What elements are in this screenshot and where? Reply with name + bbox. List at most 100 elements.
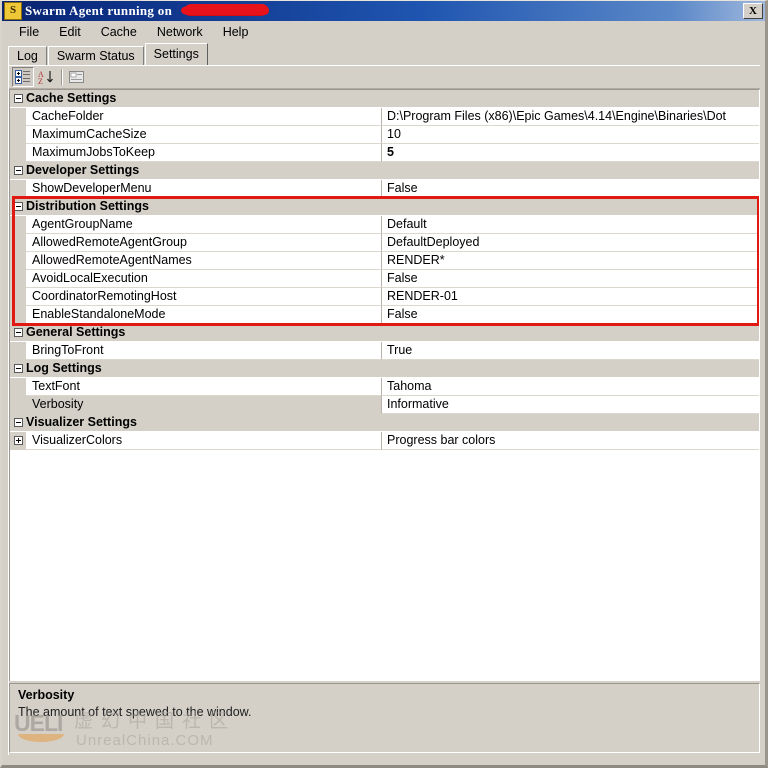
menu-item-edit[interactable]: Edit <box>49 23 91 41</box>
row-gutter <box>10 252 26 270</box>
table-row[interactable]: MaximumJobsToKeep 5 <box>10 144 759 162</box>
table-row[interactable]: AgentGroupName Default <box>10 216 759 234</box>
sort-az-icon: A Z <box>38 70 53 85</box>
category-row-developer-settings[interactable]: Developer Settings <box>10 162 759 180</box>
collapse-icon[interactable] <box>13 328 23 337</box>
property-name[interactable]: MaximumJobsToKeep <box>26 144 382 162</box>
alphabetical-sort-button[interactable]: A Z <box>35 67 57 87</box>
watermark-site-url: UnrealChina.COM <box>76 732 214 749</box>
table-row[interactable]: BringToFront True <box>10 342 759 360</box>
table-row[interactable]: AllowedRemoteAgentNames RENDER* <box>10 252 759 270</box>
swarm-agent-window: S Swarm Agent running on X File Edit Cac… <box>0 0 768 768</box>
property-name[interactable]: MaximumCacheSize <box>26 126 382 144</box>
row-gutter <box>10 288 26 306</box>
description-text: The amount of text spewed to the window. <box>18 705 252 719</box>
property-grid[interactable]: Cache Settings CacheFolder D:\Program Fi… <box>9 89 760 681</box>
title-bar: S Swarm Agent running on X <box>2 1 765 21</box>
table-row[interactable]: TextFont Tahoma <box>10 378 759 396</box>
table-row-selected[interactable]: Verbosity Informative <box>10 396 759 414</box>
table-row[interactable]: CacheFolder D:\Program Files (x86)\Epic … <box>10 108 759 126</box>
property-name[interactable]: CacheFolder <box>26 108 382 126</box>
category-fill <box>125 324 759 341</box>
settings-panel: A Z Cache Settings CacheFolder D:\Progra… <box>8 65 760 755</box>
property-name[interactable]: AllowedRemoteAgentGroup <box>26 234 382 252</box>
description-panel: Verbosity The amount of text spewed to t… <box>9 683 760 753</box>
table-row[interactable]: AvoidLocalExecution False <box>10 270 759 288</box>
property-pages-icon <box>69 70 84 83</box>
property-name[interactable]: EnableStandaloneMode <box>26 306 382 324</box>
category-fill <box>116 90 759 107</box>
row-gutter <box>10 432 26 450</box>
property-value[interactable]: Tahoma <box>382 378 759 396</box>
property-pages-button[interactable] <box>66 67 88 87</box>
table-row[interactable]: AllowedRemoteAgentGroup DefaultDeployed <box>10 234 759 252</box>
property-name[interactable]: ShowDeveloperMenu <box>26 180 382 198</box>
collapse-icon[interactable] <box>13 94 23 103</box>
row-gutter <box>10 270 26 288</box>
property-value[interactable]: Progress bar colors <box>382 432 759 450</box>
category-fill <box>101 360 759 377</box>
category-row-visualizer-settings[interactable]: Visualizer Settings <box>10 414 759 432</box>
property-name[interactable]: CoordinatorRemotingHost <box>26 288 382 306</box>
watermark-swoosh-icon <box>18 734 64 742</box>
property-name[interactable]: TextFont <box>26 378 382 396</box>
property-grid-toolbar: A Z <box>9 66 760 89</box>
row-gutter <box>10 378 26 396</box>
swarm-agent-icon: S <box>4 2 22 20</box>
categorized-view-icon <box>15 70 30 84</box>
tab-log[interactable]: Log <box>8 46 47 65</box>
property-name[interactable]: Verbosity <box>26 396 382 414</box>
property-value[interactable]: 5 <box>382 144 759 162</box>
property-value[interactable]: 10 <box>382 126 759 144</box>
table-row[interactable]: EnableStandaloneMode False <box>10 306 759 324</box>
property-value[interactable]: DefaultDeployed <box>382 234 759 252</box>
table-row[interactable]: MaximumCacheSize 10 <box>10 126 759 144</box>
tab-swarm-status[interactable]: Swarm Status <box>47 46 144 65</box>
row-gutter <box>10 144 26 162</box>
category-row-distribution-settings[interactable]: Distribution Settings <box>10 198 759 216</box>
property-value[interactable]: RENDER-01 <box>382 288 759 306</box>
property-value[interactable]: D:\Program Files (x86)\Epic Games\4.14\E… <box>382 108 759 126</box>
property-value[interactable]: True <box>382 342 759 360</box>
category-fill <box>139 162 759 179</box>
menu-item-network[interactable]: Network <box>147 23 213 41</box>
expand-icon[interactable] <box>13 436 23 445</box>
property-value[interactable]: Informative <box>382 396 759 414</box>
property-name[interactable]: BringToFront <box>26 342 382 360</box>
menu-item-file[interactable]: File <box>9 23 49 41</box>
redacted-hostname <box>181 4 268 15</box>
tab-settings[interactable]: Settings <box>144 43 208 65</box>
table-row[interactable]: CoordinatorRemotingHost RENDER-01 <box>10 288 759 306</box>
property-name[interactable]: VisualizerColors <box>26 432 382 450</box>
collapse-icon[interactable] <box>13 364 23 373</box>
close-button[interactable]: X <box>743 3 763 19</box>
menu-bar: File Edit Cache Network Help <box>2 21 765 43</box>
svg-text:Z: Z <box>38 77 43 85</box>
category-row-cache-settings[interactable]: Cache Settings <box>10 90 759 108</box>
category-gutter <box>10 324 26 341</box>
menu-item-cache[interactable]: Cache <box>91 23 147 41</box>
table-row[interactable]: VisualizerColors Progress bar colors <box>10 432 759 450</box>
property-name[interactable]: AgentGroupName <box>26 216 382 234</box>
collapse-icon[interactable] <box>13 418 23 427</box>
category-label: Cache Settings <box>26 91 117 105</box>
collapse-icon[interactable] <box>13 202 23 211</box>
toolbar-separator <box>61 69 63 85</box>
collapse-icon[interactable] <box>13 166 23 175</box>
categorized-view-button[interactable] <box>12 67 34 87</box>
menu-item-help[interactable]: Help <box>213 23 259 41</box>
property-value[interactable]: False <box>382 306 759 324</box>
property-name[interactable]: AllowedRemoteAgentNames <box>26 252 382 270</box>
table-row[interactable]: ShowDeveloperMenu False <box>10 180 759 198</box>
property-value[interactable]: RENDER* <box>382 252 759 270</box>
row-gutter <box>10 234 26 252</box>
category-row-general-settings[interactable]: General Settings <box>10 324 759 342</box>
category-fill <box>136 414 759 431</box>
property-value[interactable]: Default <box>382 216 759 234</box>
row-gutter <box>10 396 26 414</box>
property-name[interactable]: AvoidLocalExecution <box>26 270 382 288</box>
category-row-log-settings[interactable]: Log Settings <box>10 360 759 378</box>
property-value[interactable]: False <box>382 180 759 198</box>
category-label: Developer Settings <box>26 163 140 177</box>
property-value[interactable]: False <box>382 270 759 288</box>
